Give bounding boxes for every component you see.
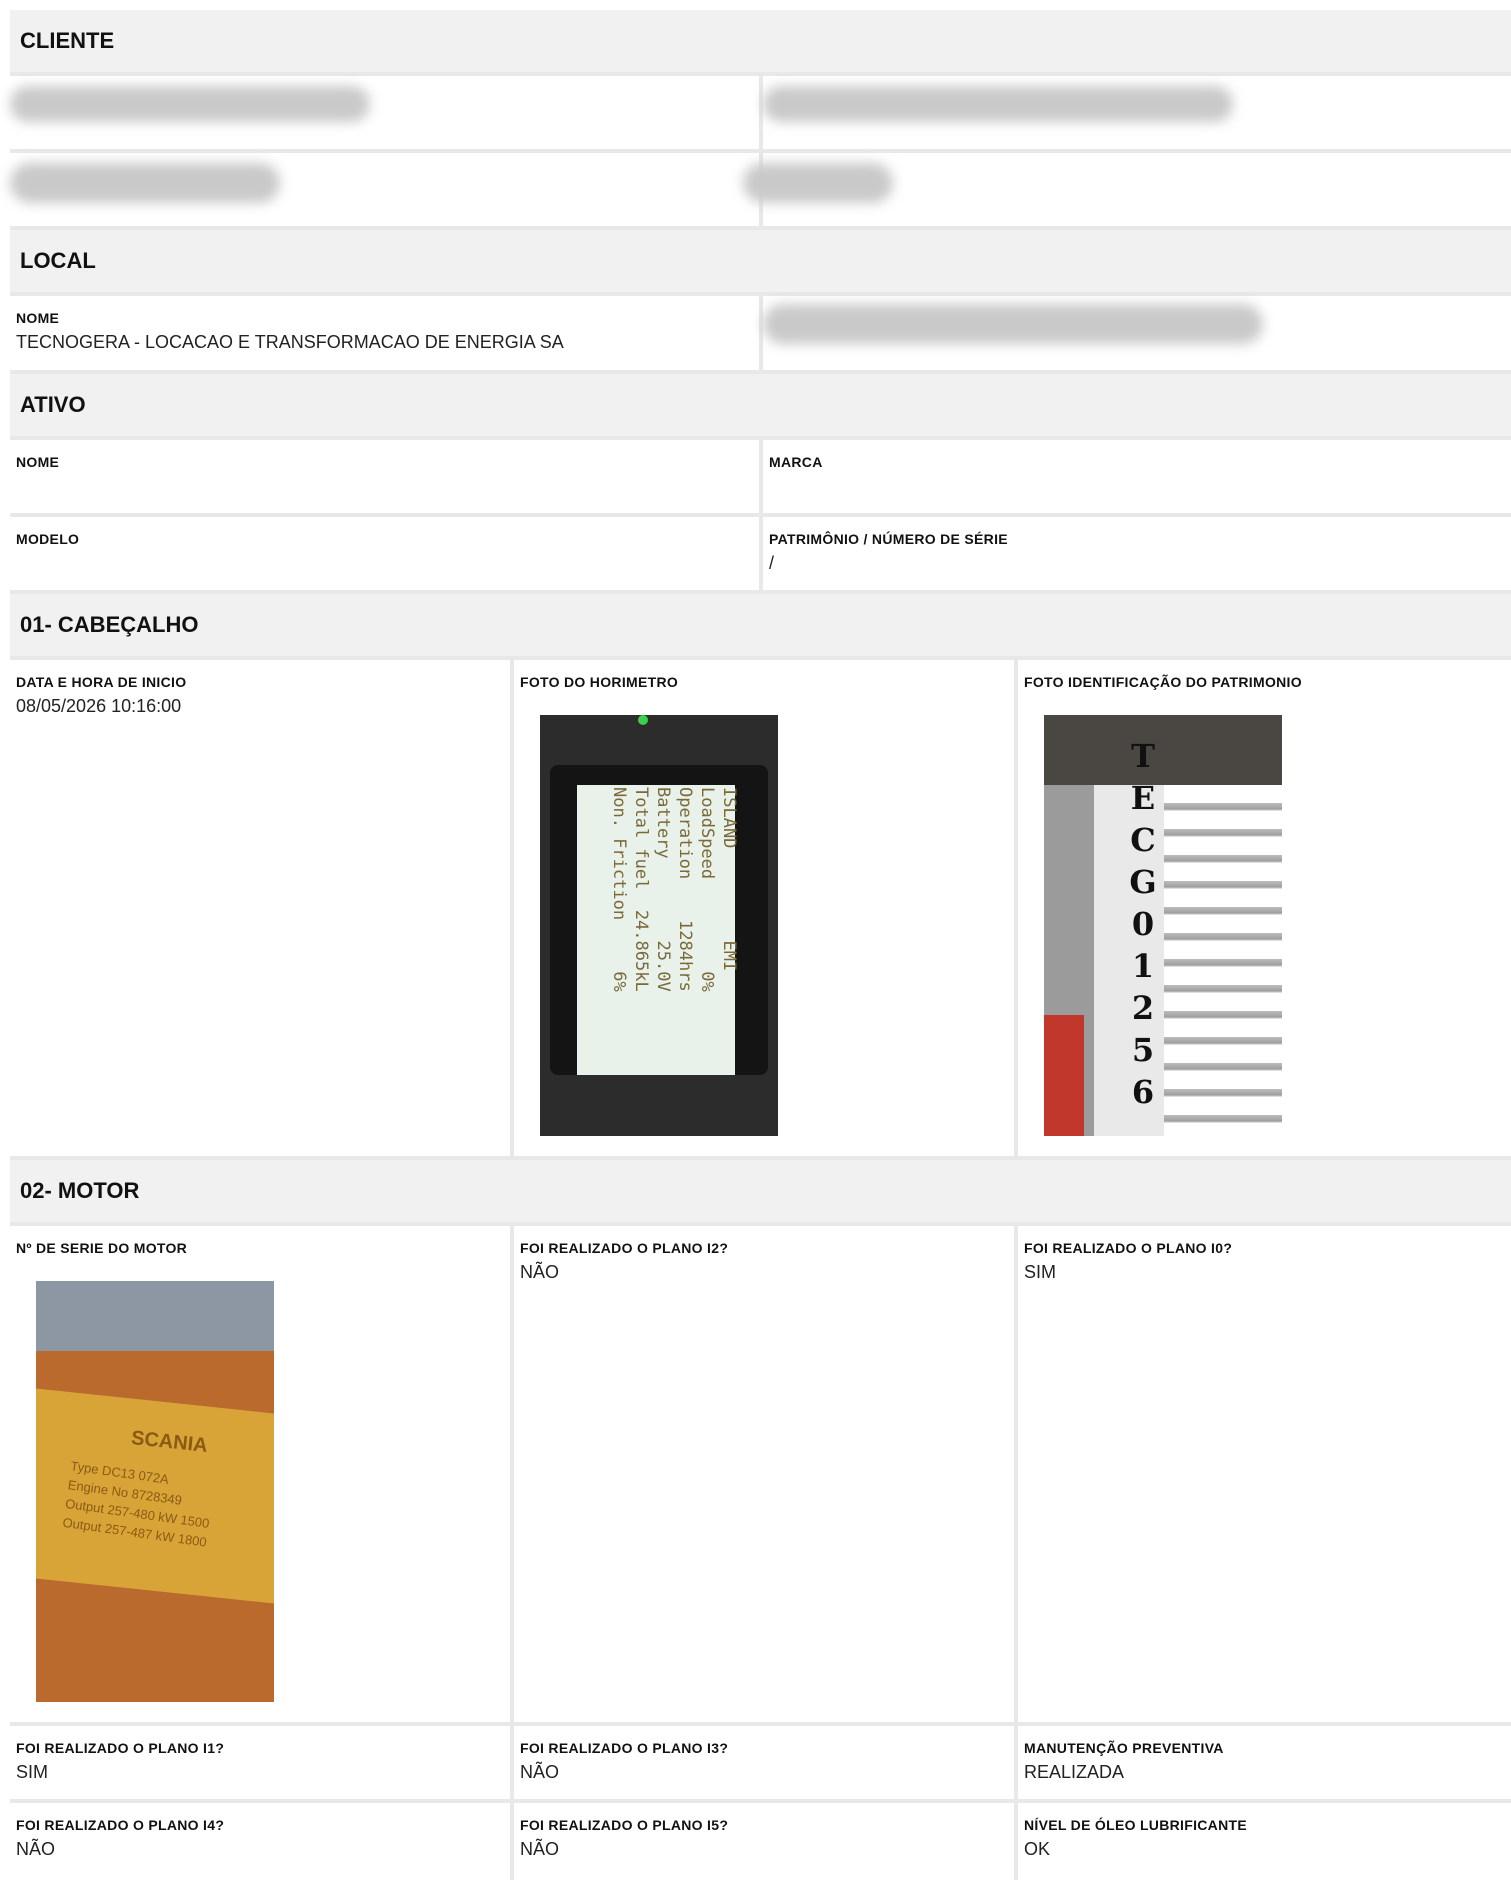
redacted-text [743,163,893,203]
field-label: MODELO [16,531,80,547]
patrimonio-photo[interactable]: TECG01256 [1044,715,1282,1136]
display-readout: ISLAND EMI LoadSpeed 0% Operation 1284hr… [609,787,739,992]
cliente-field [10,76,763,149]
inspection-report: CLIENTE LOCAL NOME TECNOGERA - LOCACAO E… [10,10,1511,1880]
plano-i3-field: FOI REALIZADO O PLANO I3? NÃO [514,1726,1018,1799]
redacted-text [10,86,370,122]
nivel-oleo-field: NÍVEL DE ÓLEO LUBRIFICANTE OK [1018,1803,1511,1880]
local-address-field [763,296,1511,370]
horimetro-photo[interactable]: ISLAND EMI LoadSpeed 0% Operation 1284hr… [540,715,778,1136]
section-motor: 02- MOTOR [10,1160,1511,1226]
section-ativo: ATIVO [10,374,1511,440]
plano-i4-field: FOI REALIZADO O PLANO I4? NÃO [10,1803,514,1880]
cliente-field [743,153,1511,226]
redacted-text [763,86,1233,122]
ativo-row-1: NOME MARCA [10,440,1511,517]
cliente-row-2 [10,153,1511,230]
plano-i2-field: FOI REALIZADO O PLANO I2? NÃO [514,1226,1018,1722]
section-title: LOCAL [20,248,96,273]
ativo-nome-field: NOME [10,440,763,513]
foto-patrimonio-field: FOTO IDENTIFICAÇÃO DO PATRIMONIO TECG012… [1018,660,1511,1156]
field-value: NÃO [16,1839,56,1859]
field-label: FOI REALIZADO O PLANO I5? [520,1817,729,1833]
data-inicio-field: DATA E HORA DE INICIO 08/05/2026 10:16:0… [10,660,514,1156]
section-title: ATIVO [20,392,86,417]
field-label: PATRIMÔNIO / NÚMERO DE SÉRIE [769,531,1008,547]
foto-horimetro-field: FOTO DO HORIMETRO ISLAND EMI LoadSpeed 0… [514,660,1018,1156]
section-local: LOCAL [10,230,1511,296]
motor-row-2: FOI REALIZADO O PLANO I1? SIM FOI REALIZ… [10,1726,1511,1803]
field-value: NÃO [520,1839,560,1859]
field-label: FOI REALIZADO O PLANO I4? [16,1817,225,1833]
field-value: NÃO [520,1762,560,1782]
field-value: TECNOGERA - LOCACAO E TRANSFORMACAO DE E… [16,332,564,352]
field-label: MARCA [769,454,823,470]
field-value: SIM [16,1762,49,1782]
motor-row-1: Nº DE SERIE DO MOTOR SCANIA Type DC13 07… [10,1226,1511,1726]
redacted-text [10,163,280,203]
field-value: REALIZADA [1024,1762,1125,1782]
cliente-row-1 [10,76,1511,153]
redacted-text [763,304,1263,344]
local-row: NOME TECNOGERA - LOCACAO E TRANSFORMACAO… [10,296,1511,374]
section-title: 02- MOTOR [20,1178,140,1203]
field-label: NOME [16,454,60,470]
plano-i1-field: FOI REALIZADO O PLANO I1? SIM [10,1726,514,1799]
manutencao-preventiva-field: MANUTENÇÃO PREVENTIVA REALIZADA [1018,1726,1511,1799]
cliente-field [763,76,1511,149]
section-cliente: CLIENTE [10,10,1511,76]
section-title: 01- CABEÇALHO [20,612,199,637]
field-label: FOI REALIZADO O PLANO I2? [520,1240,729,1256]
plano-i5-field: FOI REALIZADO O PLANO I5? NÃO [514,1803,1018,1880]
cliente-field [10,153,763,226]
motor-row-3: FOI REALIZADO O PLANO I4? NÃO FOI REALIZ… [10,1803,1511,1880]
field-label: DATA E HORA DE INICIO [16,674,187,690]
enclosure-louvers [1164,785,1282,1136]
plano-i0-field: FOI REALIZADO O PLANO I0? SIM [1018,1226,1511,1722]
section-cabecalho: 01- CABEÇALHO [10,594,1511,660]
field-value: / [769,553,775,573]
ativo-marca-field: MARCA [763,440,1511,513]
field-label: MANUTENÇÃO PREVENTIVA [1024,1740,1224,1756]
field-value: 08/05/2026 10:16:00 [16,696,182,716]
red-panel [1044,1015,1084,1136]
section-title: CLIENTE [20,28,115,53]
field-label: FOI REALIZADO O PLANO I1? [16,1740,225,1756]
field-label: FOI REALIZADO O PLANO I0? [1024,1240,1233,1256]
local-nome-field: NOME TECNOGERA - LOCACAO E TRANSFORMACAO… [10,296,763,370]
asset-id-stencil: TECG01256 [1129,737,1157,1111]
power-led [638,715,648,725]
field-value: SIM [1024,1262,1057,1282]
field-label: FOTO IDENTIFICAÇÃO DO PATRIMONIO [1024,674,1302,690]
ativo-modelo-field: MODELO [10,517,763,590]
field-label: NOME [16,310,60,326]
field-label: FOTO DO HORIMETRO [520,674,679,690]
motor-plate-photo[interactable]: SCANIA Type DC13 072A Engine No 8728349 … [36,1281,274,1702]
ativo-patrimonio-field: PATRIMÔNIO / NÚMERO DE SÉRIE / [763,517,1511,590]
field-label: Nº DE SERIE DO MOTOR [16,1240,188,1256]
field-value: NÃO [520,1262,560,1282]
serie-motor-field: Nº DE SERIE DO MOTOR SCANIA Type DC13 07… [10,1226,514,1722]
cabecalho-row: DATA E HORA DE INICIO 08/05/2026 10:16:0… [10,660,1511,1160]
ceiling [1044,715,1282,785]
background [36,1281,274,1351]
ativo-row-2: MODELO PATRIMÔNIO / NÚMERO DE SÉRIE / [10,517,1511,594]
field-value: OK [1024,1839,1051,1859]
field-label: NÍVEL DE ÓLEO LUBRIFICANTE [1024,1817,1247,1833]
field-label: FOI REALIZADO O PLANO I3? [520,1740,729,1756]
